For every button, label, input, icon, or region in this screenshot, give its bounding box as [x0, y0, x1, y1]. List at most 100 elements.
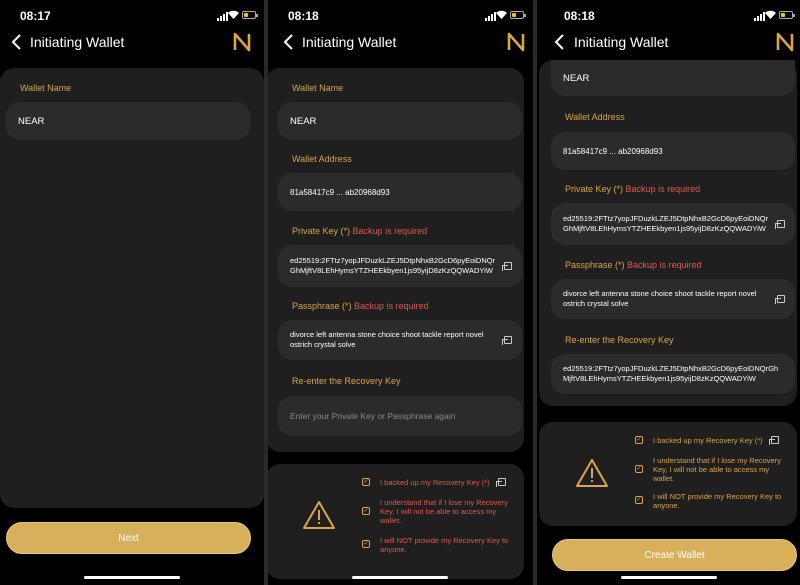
- page-title: Initiating Wallet: [302, 34, 397, 50]
- understand-text: I understand that if I lose my Recovery …: [380, 498, 508, 525]
- private-key-label: Private Key (*) Backup is required: [292, 226, 427, 236]
- wallet-name-value: NEAR: [563, 72, 590, 84]
- chevron-left-icon[interactable]: [8, 32, 26, 52]
- wallet-address-label: Wallet Address: [292, 154, 352, 164]
- form-card: Wallet Name NEAR Wallet Address 81a58417…: [268, 68, 524, 452]
- backup-required-text: Backup is required: [354, 301, 429, 311]
- form-card: NEAR Wallet Address 81a58417c9 ... ab209…: [539, 60, 797, 406]
- passphrase-field: divorce left antenna stone choice shoot …: [551, 279, 795, 319]
- near-logo-icon: [776, 32, 794, 52]
- copy-icon[interactable]: [775, 295, 785, 304]
- warning-icon: [576, 459, 608, 487]
- reenter-value: ed25519:2FTtz7yopJFDuzkLZEJ5DtpNhxB2GcD6…: [563, 364, 779, 383]
- checkbox-icon[interactable]: ✓: [362, 478, 370, 486]
- backed-up-text: I backed up my Recovery Key (*): [380, 478, 490, 487]
- signal-icon: [754, 11, 765, 21]
- wallet-name-field[interactable]: NEAR: [6, 102, 250, 140]
- passphrase-label: Passphrase (*) Backup is required: [565, 260, 702, 270]
- wallet-name-field[interactable]: NEAR: [278, 102, 522, 140]
- wallet-address-field: 81a58417c9 ... ab20968d93: [551, 132, 795, 170]
- passphrase-label-text: Passphrase (*): [292, 301, 352, 311]
- copy-icon[interactable]: [775, 220, 785, 229]
- battery-icon: [779, 11, 795, 19]
- backup-required-text: Backup is required: [625, 184, 701, 194]
- copy-icon[interactable]: [502, 262, 512, 271]
- screen-1: 08:17 Initiating Wallet Wallet Name NEAR…: [0, 0, 264, 585]
- private-key-value: ed25519:2FTtz7yopJFDuzkLZEJ5DtpNhxB2GcD6…: [563, 214, 769, 233]
- form-card: Wallet Name NEAR: [0, 68, 264, 508]
- reenter-placeholder: Enter your Private Key or Passphrase aga…: [290, 411, 456, 421]
- warning-icon: [303, 501, 335, 529]
- near-logo-icon: [507, 32, 525, 52]
- understand-check[interactable]: ✓ I understand that if I lose my Recover…: [362, 498, 512, 528]
- wallet-address-value: 81a58417c9 ... ab20968d93: [290, 187, 390, 197]
- battery-icon: [242, 11, 258, 19]
- passphrase-label: Passphrase (*) Backup is required: [292, 301, 429, 311]
- wallet-address-value: 81a58417c9 ... ab20968d93: [563, 146, 663, 156]
- understand-check[interactable]: ✓ I understand that if I lose my Recover…: [635, 456, 785, 486]
- status-time: 08:17: [20, 9, 51, 23]
- wallet-name-field[interactable]: NEAR: [551, 60, 795, 96]
- app-header: Initiating Wallet: [268, 30, 532, 56]
- battery-icon: [510, 11, 526, 19]
- copy-icon[interactable]: [502, 336, 512, 345]
- next-button[interactable]: Next: [6, 522, 251, 554]
- chevron-left-icon[interactable]: [280, 32, 298, 52]
- reenter-input[interactable]: Enter your Private Key or Passphrase aga…: [278, 396, 522, 436]
- wallet-name-label: Wallet Name: [20, 83, 72, 93]
- not-provide-check[interactable]: ✓ I will NOT provide my Recovery Key to …: [362, 536, 512, 556]
- private-key-label-text: Private Key (*): [292, 226, 351, 236]
- home-indicator: [352, 576, 448, 579]
- backed-up-check[interactable]: ✓ I backed up my Recovery Key (*): [362, 478, 512, 490]
- app-header: Initiating Wallet: [0, 30, 264, 56]
- confirm-card: ✓ I backed up my Recovery Key (*) ✓ I un…: [539, 422, 797, 526]
- page-title: Initiating Wallet: [574, 34, 669, 50]
- understand-text: I understand that if I lose my Recovery …: [653, 456, 781, 483]
- wallet-name-value: NEAR: [18, 115, 45, 127]
- private-key-field: ed25519:2FTtz7yopJFDuzkLZEJ5DtpNhxB2GcD6…: [278, 245, 522, 287]
- status-time: 08:18: [288, 9, 319, 23]
- signal-icon: [485, 11, 496, 21]
- wallet-address-label: Wallet Address: [565, 112, 625, 122]
- not-provide-text: I will NOT provide my Recovery Key to an…: [380, 536, 509, 554]
- chevron-left-icon[interactable]: [551, 32, 569, 52]
- reenter-input[interactable]: ed25519:2FTtz7yopJFDuzkLZEJ5DtpNhxB2GcD6…: [551, 354, 795, 394]
- status-bar: 08:18: [537, 8, 800, 24]
- passphrase-value: divorce left antenna stone choice shoot …: [563, 289, 757, 308]
- copy-icon[interactable]: [769, 436, 779, 445]
- backup-required-text: Backup is required: [352, 226, 428, 236]
- checkbox-icon[interactable]: ✓: [635, 436, 643, 444]
- checkbox-icon[interactable]: ✓: [635, 496, 643, 504]
- reenter-label: Re-enter the Recovery Key: [292, 376, 401, 386]
- passphrase-value: divorce left antenna stone choice shoot …: [290, 330, 484, 349]
- backed-up-check[interactable]: ✓ I backed up my Recovery Key (*): [635, 436, 785, 448]
- status-time: 08:18: [564, 9, 595, 23]
- wifi-icon: [496, 10, 507, 19]
- checkbox-icon[interactable]: ✓: [362, 507, 370, 515]
- not-provide-text: I will NOT provide my Recovery Key to an…: [653, 492, 782, 510]
- wallet-name-label: Wallet Name: [292, 83, 344, 93]
- private-key-label-text: Private Key (*): [565, 184, 624, 194]
- private-key-value: ed25519:2FTtz7yopJFDuzkLZEJ5DtpNhxB2GcD6…: [290, 256, 496, 275]
- home-indicator: [84, 576, 180, 579]
- wallet-name-value: NEAR: [290, 115, 317, 127]
- backed-up-text: I backed up my Recovery Key (*): [653, 436, 763, 445]
- private-key-field: ed25519:2FTtz7yopJFDuzkLZEJ5DtpNhxB2GcD6…: [551, 203, 795, 245]
- checkbox-icon[interactable]: ✓: [362, 540, 370, 548]
- copy-icon[interactable]: [496, 478, 506, 487]
- backup-required-text: Backup is required: [627, 260, 702, 270]
- near-logo-icon: [233, 32, 251, 52]
- screen-2: 08:18 Initiating Wallet Wallet Name NEAR…: [268, 0, 532, 585]
- signal-icon: [217, 11, 228, 21]
- private-key-label: Private Key (*) Backup is required: [565, 184, 700, 194]
- home-indicator: [621, 576, 717, 579]
- page-title: Initiating Wallet: [30, 34, 125, 50]
- checkbox-icon[interactable]: ✓: [635, 465, 643, 473]
- create-wallet-button[interactable]: Create Wallet: [552, 539, 797, 571]
- reenter-label: Re-enter the Recovery Key: [565, 335, 674, 345]
- passphrase-field: divorce left antenna stone choice shoot …: [278, 320, 522, 360]
- not-provide-check[interactable]: ✓ I will NOT provide my Recovery Key to …: [635, 492, 785, 512]
- wifi-icon: [228, 10, 239, 19]
- wifi-icon: [765, 10, 776, 19]
- passphrase-label-text: Passphrase (*): [565, 260, 625, 270]
